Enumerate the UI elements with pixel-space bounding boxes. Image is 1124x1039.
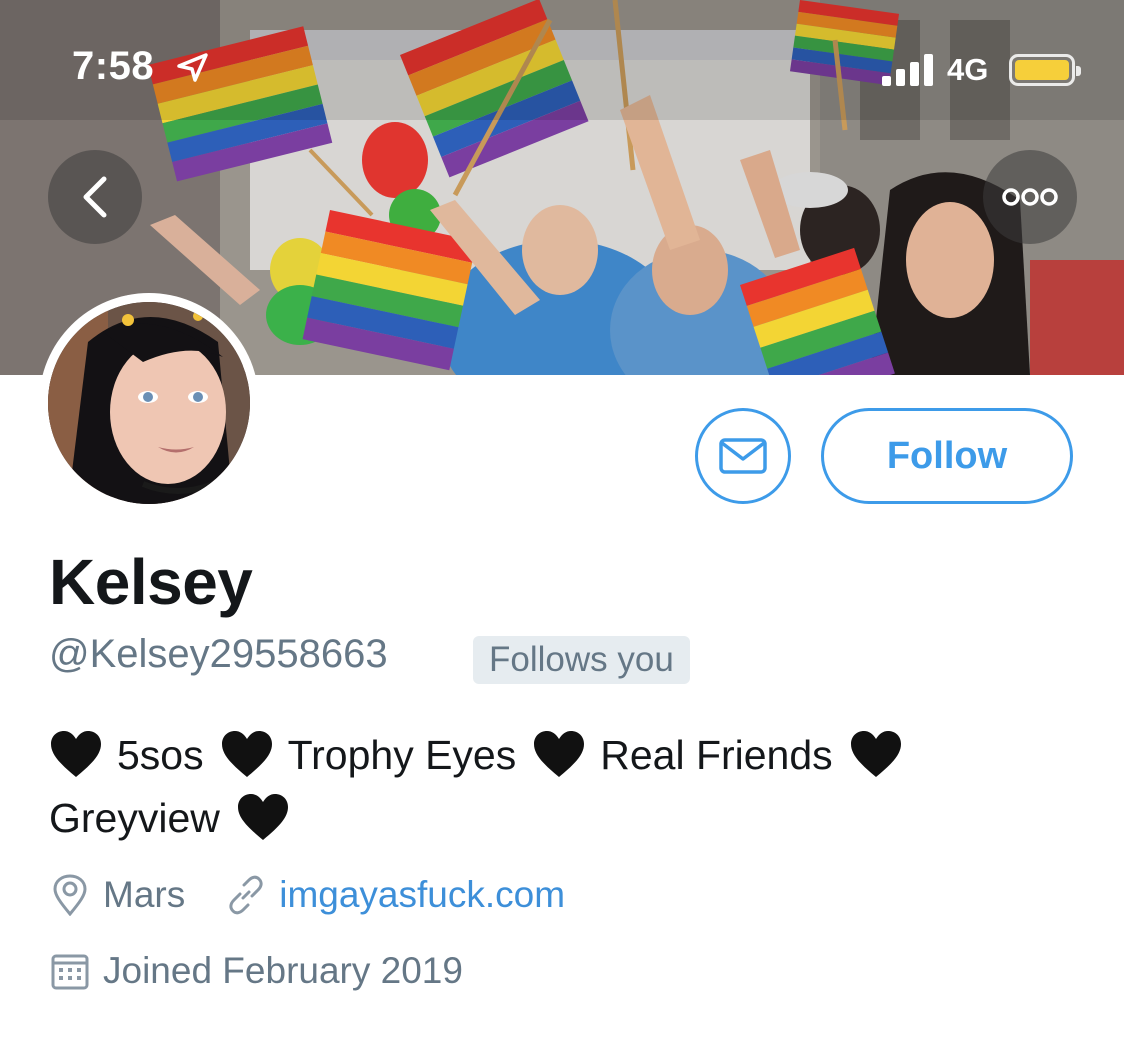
more-horizontal-icon	[1002, 188, 1058, 206]
message-button[interactable]	[695, 408, 791, 504]
back-button[interactable]	[48, 150, 142, 244]
more-options-button[interactable]	[983, 150, 1077, 244]
battery-icon	[1009, 54, 1081, 86]
black-heart-icon	[221, 731, 272, 777]
link-icon	[225, 874, 267, 916]
profile-bio: 5sos Trophy Eyes Real Friends Greyview	[49, 724, 1089, 850]
location-pin-icon	[49, 874, 91, 916]
chevron-left-icon	[83, 176, 107, 218]
profile-name: Kelsey	[49, 546, 253, 618]
bio-item: Real Friends	[600, 732, 833, 778]
follow-button[interactable]: Follow	[821, 408, 1073, 504]
profile-joined-date: Joined February 2019	[103, 950, 463, 991]
profile-handle: @Kelsey29558663	[49, 632, 388, 676]
avatar-photo	[48, 302, 250, 504]
envelope-icon	[719, 438, 767, 474]
location-arrow-icon	[177, 53, 208, 82]
cellular-signal-icon	[882, 54, 933, 86]
profile-meta-joined: Joined February 2019	[49, 950, 463, 992]
bio-item: Trophy Eyes	[287, 732, 517, 778]
profile-avatar[interactable]	[39, 293, 259, 513]
profile-location: Mars	[103, 874, 186, 915]
profile-meta-location: Mars imgayasfuck.com	[49, 874, 565, 916]
black-heart-icon	[850, 731, 901, 777]
black-heart-icon	[534, 731, 585, 777]
black-heart-icon	[51, 731, 101, 777]
network-type: 4G	[947, 52, 989, 87]
bio-item: 5sos	[117, 732, 204, 778]
profile-website-link[interactable]: imgayasfuck.com	[279, 874, 565, 916]
calendar-icon	[49, 950, 91, 992]
black-heart-icon	[237, 794, 288, 840]
bio-item: Greyview	[49, 795, 220, 841]
follows-you-badge: Follows you	[473, 636, 690, 684]
status-time: 7:58	[72, 44, 155, 88]
